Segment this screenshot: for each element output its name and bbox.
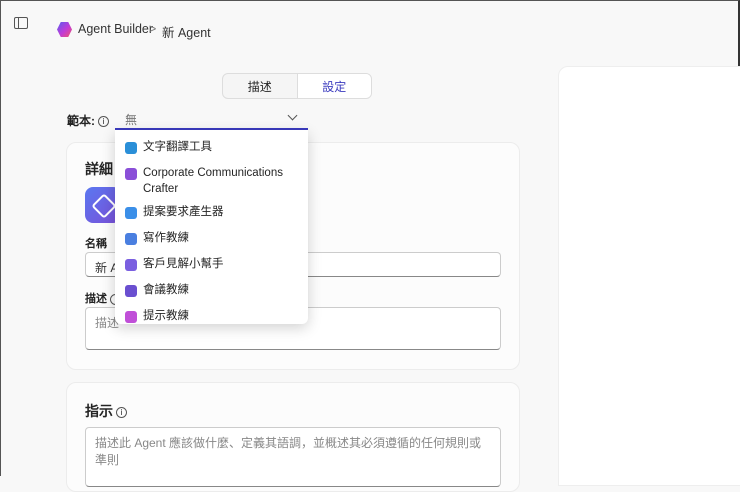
template-icon xyxy=(125,142,137,154)
dropdown-option[interactable]: Corporate Communications Crafter xyxy=(115,162,308,201)
template-icon xyxy=(125,311,137,323)
dropdown-option[interactable]: 提示教練 xyxy=(115,305,308,324)
template-dropdown: 文字翻譯工具 Corporate Communications Crafter 提案… xyxy=(115,130,308,324)
sidebar-toggle-icon[interactable] xyxy=(14,17,28,29)
info-icon[interactable]: i xyxy=(98,116,109,128)
agent-builder-logo-icon xyxy=(57,22,72,37)
instructions-title-text: 指示 xyxy=(85,403,113,419)
template-select[interactable]: 無 xyxy=(115,108,308,130)
name-label: 名稱 xyxy=(85,238,107,250)
dropdown-option[interactable]: 文字翻譯工具 xyxy=(115,136,308,162)
dropdown-option[interactable]: 客戶見解小幫手 xyxy=(115,253,308,279)
dropdown-option-label: 會議教練 xyxy=(143,284,189,296)
dropdown-option-label: 寫作教練 xyxy=(143,232,189,244)
dropdown-option-label: 提示教練 xyxy=(143,310,189,322)
breadcrumb-app[interactable]: Agent Builder xyxy=(78,22,153,36)
tab-bar: 描述 設定 xyxy=(222,73,372,99)
preview-panel xyxy=(558,66,740,486)
tab-describe[interactable]: 描述 xyxy=(223,74,297,98)
chevron-down-icon xyxy=(287,110,298,121)
breadcrumb-page: 新 Agent xyxy=(162,26,211,40)
tab-configure[interactable]: 設定 xyxy=(296,74,371,98)
template-icon xyxy=(125,207,137,219)
description-label-text: 描述 xyxy=(85,293,107,305)
template-label: 範本: i xyxy=(67,112,109,129)
template-icon xyxy=(125,233,137,245)
template-label-text: 範本: xyxy=(67,114,95,128)
dropdown-option[interactable]: 會議教練 xyxy=(115,279,308,305)
template-icon xyxy=(125,259,137,271)
dropdown-option-label: 提案要求產生器 xyxy=(143,206,224,218)
template-select-value: 無 xyxy=(125,113,138,127)
instructions-input[interactable]: 描述此 Agent 應該做什麼、定義其語調，並概述其必須遵循的任何規則或準則 xyxy=(85,427,501,487)
details-title: 詳細 xyxy=(85,161,113,177)
dropdown-option[interactable]: 提案要求產生器 xyxy=(115,201,308,227)
dropdown-option[interactable]: 寫作教練 xyxy=(115,227,308,253)
instructions-title: 指示 i xyxy=(85,401,127,421)
dropdown-option-label: Corporate Communications Crafter xyxy=(143,167,283,195)
dropdown-option-label: 客戶見解小幫手 xyxy=(143,258,224,270)
template-icon xyxy=(125,285,137,297)
breadcrumb-separator-icon: > xyxy=(149,22,157,36)
dropdown-option-label: 文字翻譯工具 xyxy=(143,141,212,153)
info-icon[interactable]: i xyxy=(116,406,127,418)
template-icon xyxy=(125,168,137,180)
